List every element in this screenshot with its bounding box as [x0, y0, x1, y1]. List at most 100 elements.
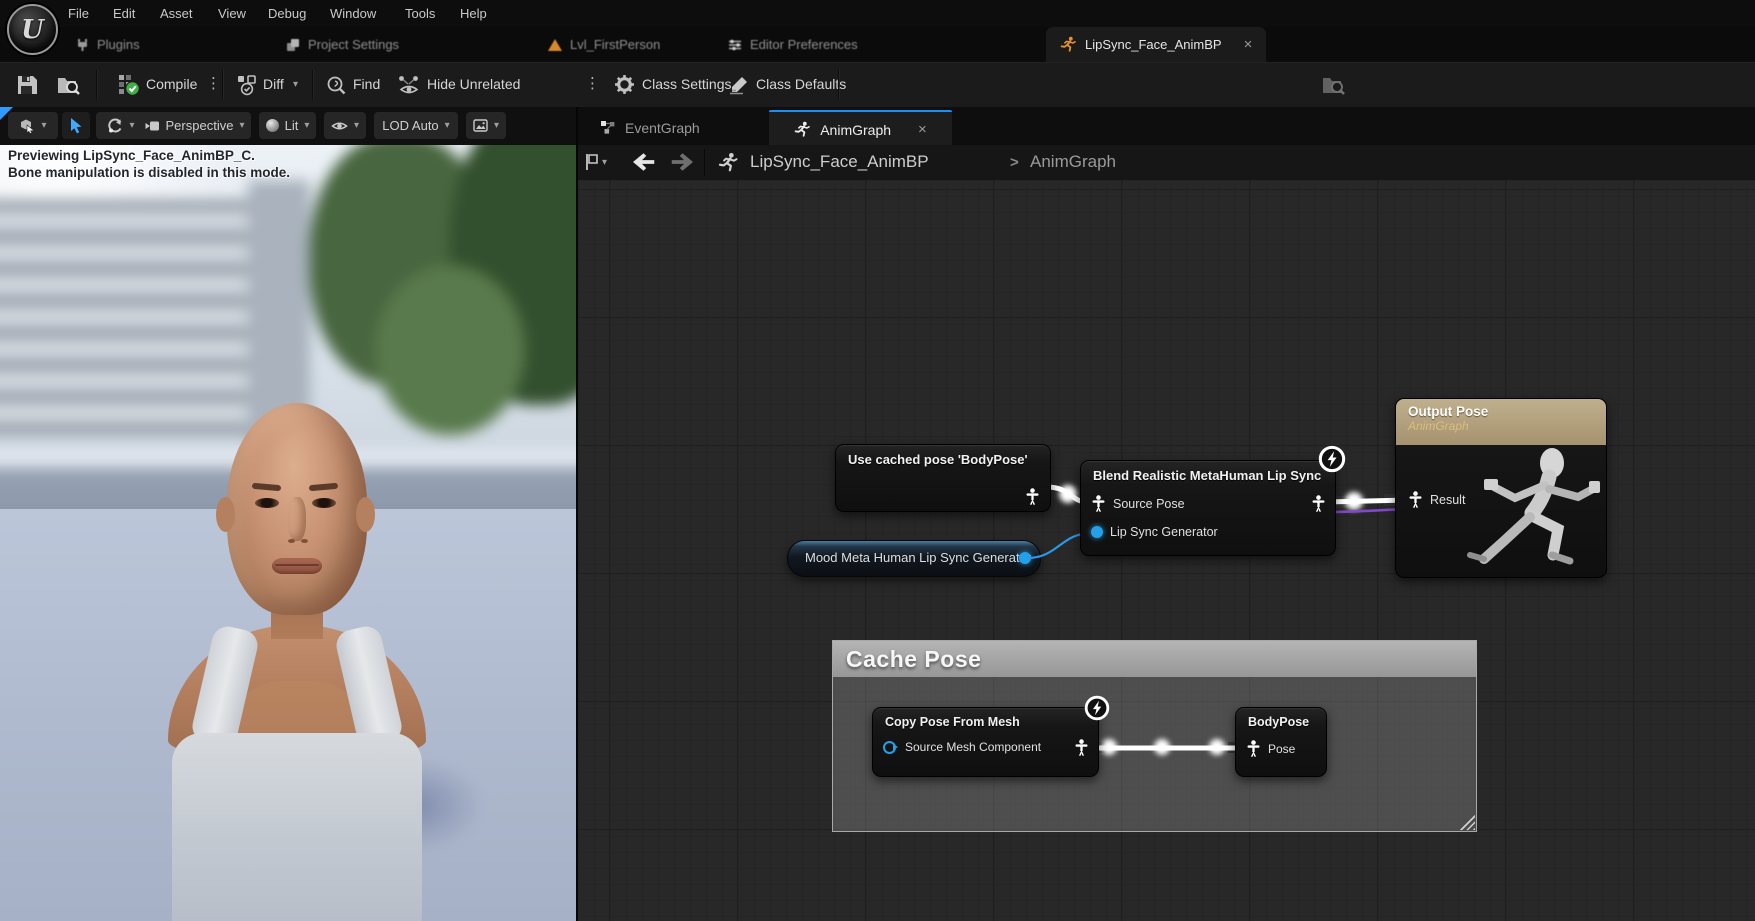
node-title: Blend Realistic MetaHuman Lip Sync — [1081, 461, 1335, 486]
tab-editor-preferences-label: Editor Preferences — [750, 37, 858, 52]
menu-asset[interactable]: Asset — [160, 6, 193, 21]
tab-plugins[interactable]: Plugins — [76, 27, 140, 62]
lit-sphere-icon — [266, 119, 279, 132]
wire-flow-pulse — [1209, 739, 1225, 755]
tab-animgraph-close-icon[interactable]: × — [918, 121, 927, 138]
project-settings-icon — [286, 38, 300, 52]
menu-view[interactable]: View — [218, 6, 246, 21]
breadcrumb-current[interactable]: AnimGraph — [1030, 152, 1116, 172]
wire-flow-pulse — [1154, 739, 1170, 755]
menu-window[interactable]: Window — [330, 6, 376, 21]
eye-icon — [331, 120, 348, 132]
menu-help[interactable]: Help — [460, 6, 487, 21]
graph-breadcrumb-bar: ▾ LipSync_Face_AnimBP > AnimGraph — [578, 145, 1755, 181]
viewport-show-flags-dropdown[interactable]: ▾ — [324, 112, 366, 139]
pin-row-source-mesh: Source Mesh Component — [883, 740, 1041, 754]
tab-lipsync-face-animbp[interactable]: LipSync_Face_AnimBP × — [1046, 27, 1266, 62]
compile-icon[interactable] — [118, 74, 140, 96]
class-defaults-button[interactable]: Class Defaults — [756, 76, 846, 92]
menu-tools[interactable]: Tools — [405, 6, 435, 21]
tab-animgraph[interactable]: AnimGraph × — [769, 110, 952, 147]
viewport-transform-mode-button[interactable]: ▾ — [8, 112, 58, 139]
character-ear — [216, 497, 235, 532]
tab-editor-preferences[interactable]: Editor Preferences — [728, 27, 858, 62]
previewing-text: Previewing LipSync_Face_AnimBP_C. — [8, 147, 290, 164]
preview-viewport-panel[interactable]: ▾ ▾ Perspective ▾ Lit ▾ ▾ — [0, 107, 576, 921]
select-object-icon — [19, 118, 35, 133]
find-button[interactable]: Find — [353, 76, 380, 92]
unreal-logo[interactable]: U — [7, 4, 58, 55]
lod-chevron-icon: ▾ — [445, 120, 450, 131]
bookmark-icon[interactable] — [584, 153, 599, 171]
class-settings-gear-icon[interactable] — [614, 74, 635, 95]
compile-options-kebab[interactable]: ⋮ — [206, 74, 221, 92]
warning-triangle-icon — [548, 39, 562, 51]
animgraph-canvas[interactable]: Cache Pose — [578, 180, 1755, 921]
hide-unrelated-icon[interactable] — [398, 75, 421, 96]
viewport-screenshot-button[interactable]: ▾ — [466, 112, 506, 139]
browse-preview-icon[interactable] — [1322, 75, 1346, 95]
blend-output-pin[interactable] — [1311, 495, 1326, 512]
asset-tab-row: Plugins Project Settings Lvl_FirstPerson… — [0, 27, 1755, 62]
lip-sync-generator-input-pin[interactable] — [1091, 526, 1103, 538]
viewport-lit-dropdown[interactable]: Lit ▾ — [259, 112, 316, 139]
diff-button[interactable]: Diff — [263, 76, 284, 92]
node-title: Use cached pose 'BodyPose' — [836, 445, 1050, 470]
class-settings-button[interactable]: Class Settings — [642, 76, 731, 92]
character-eye — [255, 498, 279, 508]
menu-edit[interactable]: Edit — [113, 6, 135, 21]
menu-file[interactable]: File — [68, 6, 89, 21]
save-icon[interactable] — [16, 75, 38, 95]
menu-debug[interactable]: Debug — [268, 6, 306, 21]
tab-project-settings-label: Project Settings — [308, 37, 399, 52]
transform-mode-chevron-icon: ▾ — [41, 120, 46, 131]
tab-close-icon[interactable]: × — [1244, 36, 1253, 53]
plug-icon — [76, 38, 89, 52]
diff-chevron-icon[interactable]: ▾ — [293, 79, 298, 90]
node-copy-pose-from-mesh[interactable]: Copy Pose From Mesh Source Mesh Componen… — [872, 707, 1099, 777]
source-pose-label: Source Pose — [1113, 497, 1185, 511]
viewport-lod-dropdown[interactable]: LOD Auto ▾ — [374, 112, 458, 139]
tab-project-settings[interactable]: Project Settings — [286, 27, 399, 62]
pose-output-pin[interactable] — [1025, 488, 1040, 505]
bookmark-chevron-icon[interactable]: ▾ — [602, 157, 607, 168]
animbp-runner-icon — [1060, 36, 1077, 53]
find-icon[interactable] — [326, 75, 348, 96]
output-pose-subtitle: AnimGraph — [1408, 419, 1594, 433]
tab-animgraph-label: AnimGraph — [820, 122, 891, 138]
node-output-pose[interactable]: Output Pose AnimGraph Result — [1395, 398, 1607, 578]
node-body-pose[interactable]: BodyPose Pose — [1235, 707, 1327, 777]
viewport-toolbar: ▾ ▾ Perspective ▾ Lit ▾ ▾ — [0, 107, 576, 145]
viewport-select-tool-button[interactable] — [62, 112, 90, 139]
compile-button[interactable]: Compile — [146, 76, 197, 92]
lit-chevron-icon: ▾ — [304, 120, 309, 131]
tab-lvl-firstperson[interactable]: Lvl_FirstPerson — [548, 27, 660, 62]
browse-asset-icon[interactable] — [57, 75, 81, 95]
back-arrow-icon[interactable] — [630, 152, 656, 172]
class-defaults-icon[interactable] — [728, 75, 750, 95]
source-mesh-input-pin[interactable] — [883, 741, 898, 754]
diff-icon[interactable] — [237, 75, 258, 96]
source-pose-input-pin[interactable] — [1091, 495, 1106, 512]
forward-arrow-icon[interactable] — [670, 152, 696, 172]
pose-label: Pose — [1268, 742, 1295, 756]
breadcrumb-root[interactable]: LipSync_Face_AnimBP — [750, 152, 929, 172]
viewport-perspective-dropdown[interactable]: Perspective ▾ — [138, 112, 251, 139]
hide-unrelated-button[interactable]: Hide Unrelated — [427, 76, 520, 92]
lod-label: LOD Auto — [382, 118, 438, 133]
node-blend-metahuman-lipsync[interactable]: Blend Realistic MetaHuman Lip Sync Sourc… — [1080, 460, 1336, 556]
viewport-3d-scene[interactable] — [0, 145, 576, 921]
copy-pose-output-pin[interactable] — [1074, 739, 1089, 756]
character-lips — [272, 558, 322, 574]
output-pose-title: Output Pose — [1408, 404, 1594, 419]
tab-eventgraph[interactable]: EventGraph — [586, 110, 714, 145]
result-input-pin[interactable] — [1408, 491, 1423, 508]
node-use-cached-pose[interactable]: Use cached pose 'BodyPose' — [835, 444, 1051, 512]
source-mesh-label: Source Mesh Component — [905, 740, 1041, 754]
character-eye — [312, 498, 336, 508]
hide-unrelated-kebab[interactable]: ⋮ — [585, 74, 600, 92]
tab-lipsync-face-animbp-label: LipSync_Face_AnimBP — [1085, 37, 1222, 52]
wire-flow-pulse — [1345, 492, 1363, 510]
pin-arrow-icon — [893, 744, 898, 750]
pose-input-pin[interactable] — [1246, 740, 1261, 757]
